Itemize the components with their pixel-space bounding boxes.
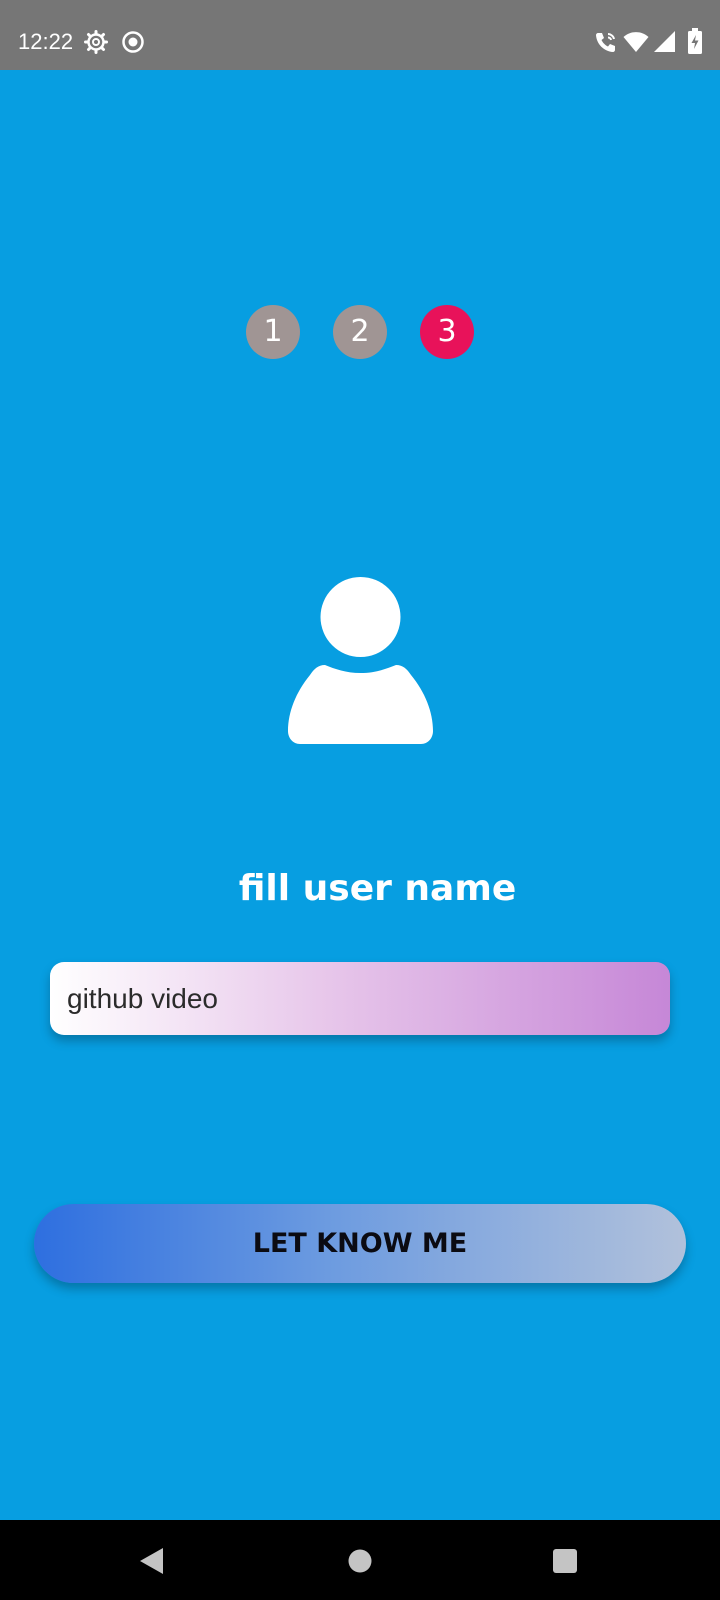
let-know-me-button[interactable]: LET KNOW ME [34, 1204, 686, 1283]
settings-gear-icon [84, 30, 108, 54]
step-2[interactable]: 2 [333, 305, 387, 359]
step-indicator: 1 2 3 [0, 305, 720, 359]
cellular-signal-icon [654, 31, 675, 52]
battery-charging-icon [688, 28, 702, 54]
step-1[interactable]: 1 [246, 305, 300, 359]
screen-record-icon [122, 31, 144, 53]
status-time: 12:22 [18, 29, 74, 54]
navigation-bar [0, 1520, 720, 1600]
prompt-label: fill user name [238, 868, 517, 909]
user-icon [288, 577, 433, 744]
recents-icon[interactable] [553, 1549, 577, 1573]
wifi-calling-icon [596, 33, 615, 52]
back-icon[interactable] [138, 1547, 164, 1575]
wifi-icon [623, 32, 649, 52]
home-icon[interactable] [348, 1549, 372, 1573]
user-name-field[interactable] [50, 962, 670, 1035]
step-3-active[interactable]: 3 [420, 305, 474, 359]
user-name-input[interactable] [50, 962, 670, 1035]
status-bar: 12:22 [0, 0, 720, 70]
